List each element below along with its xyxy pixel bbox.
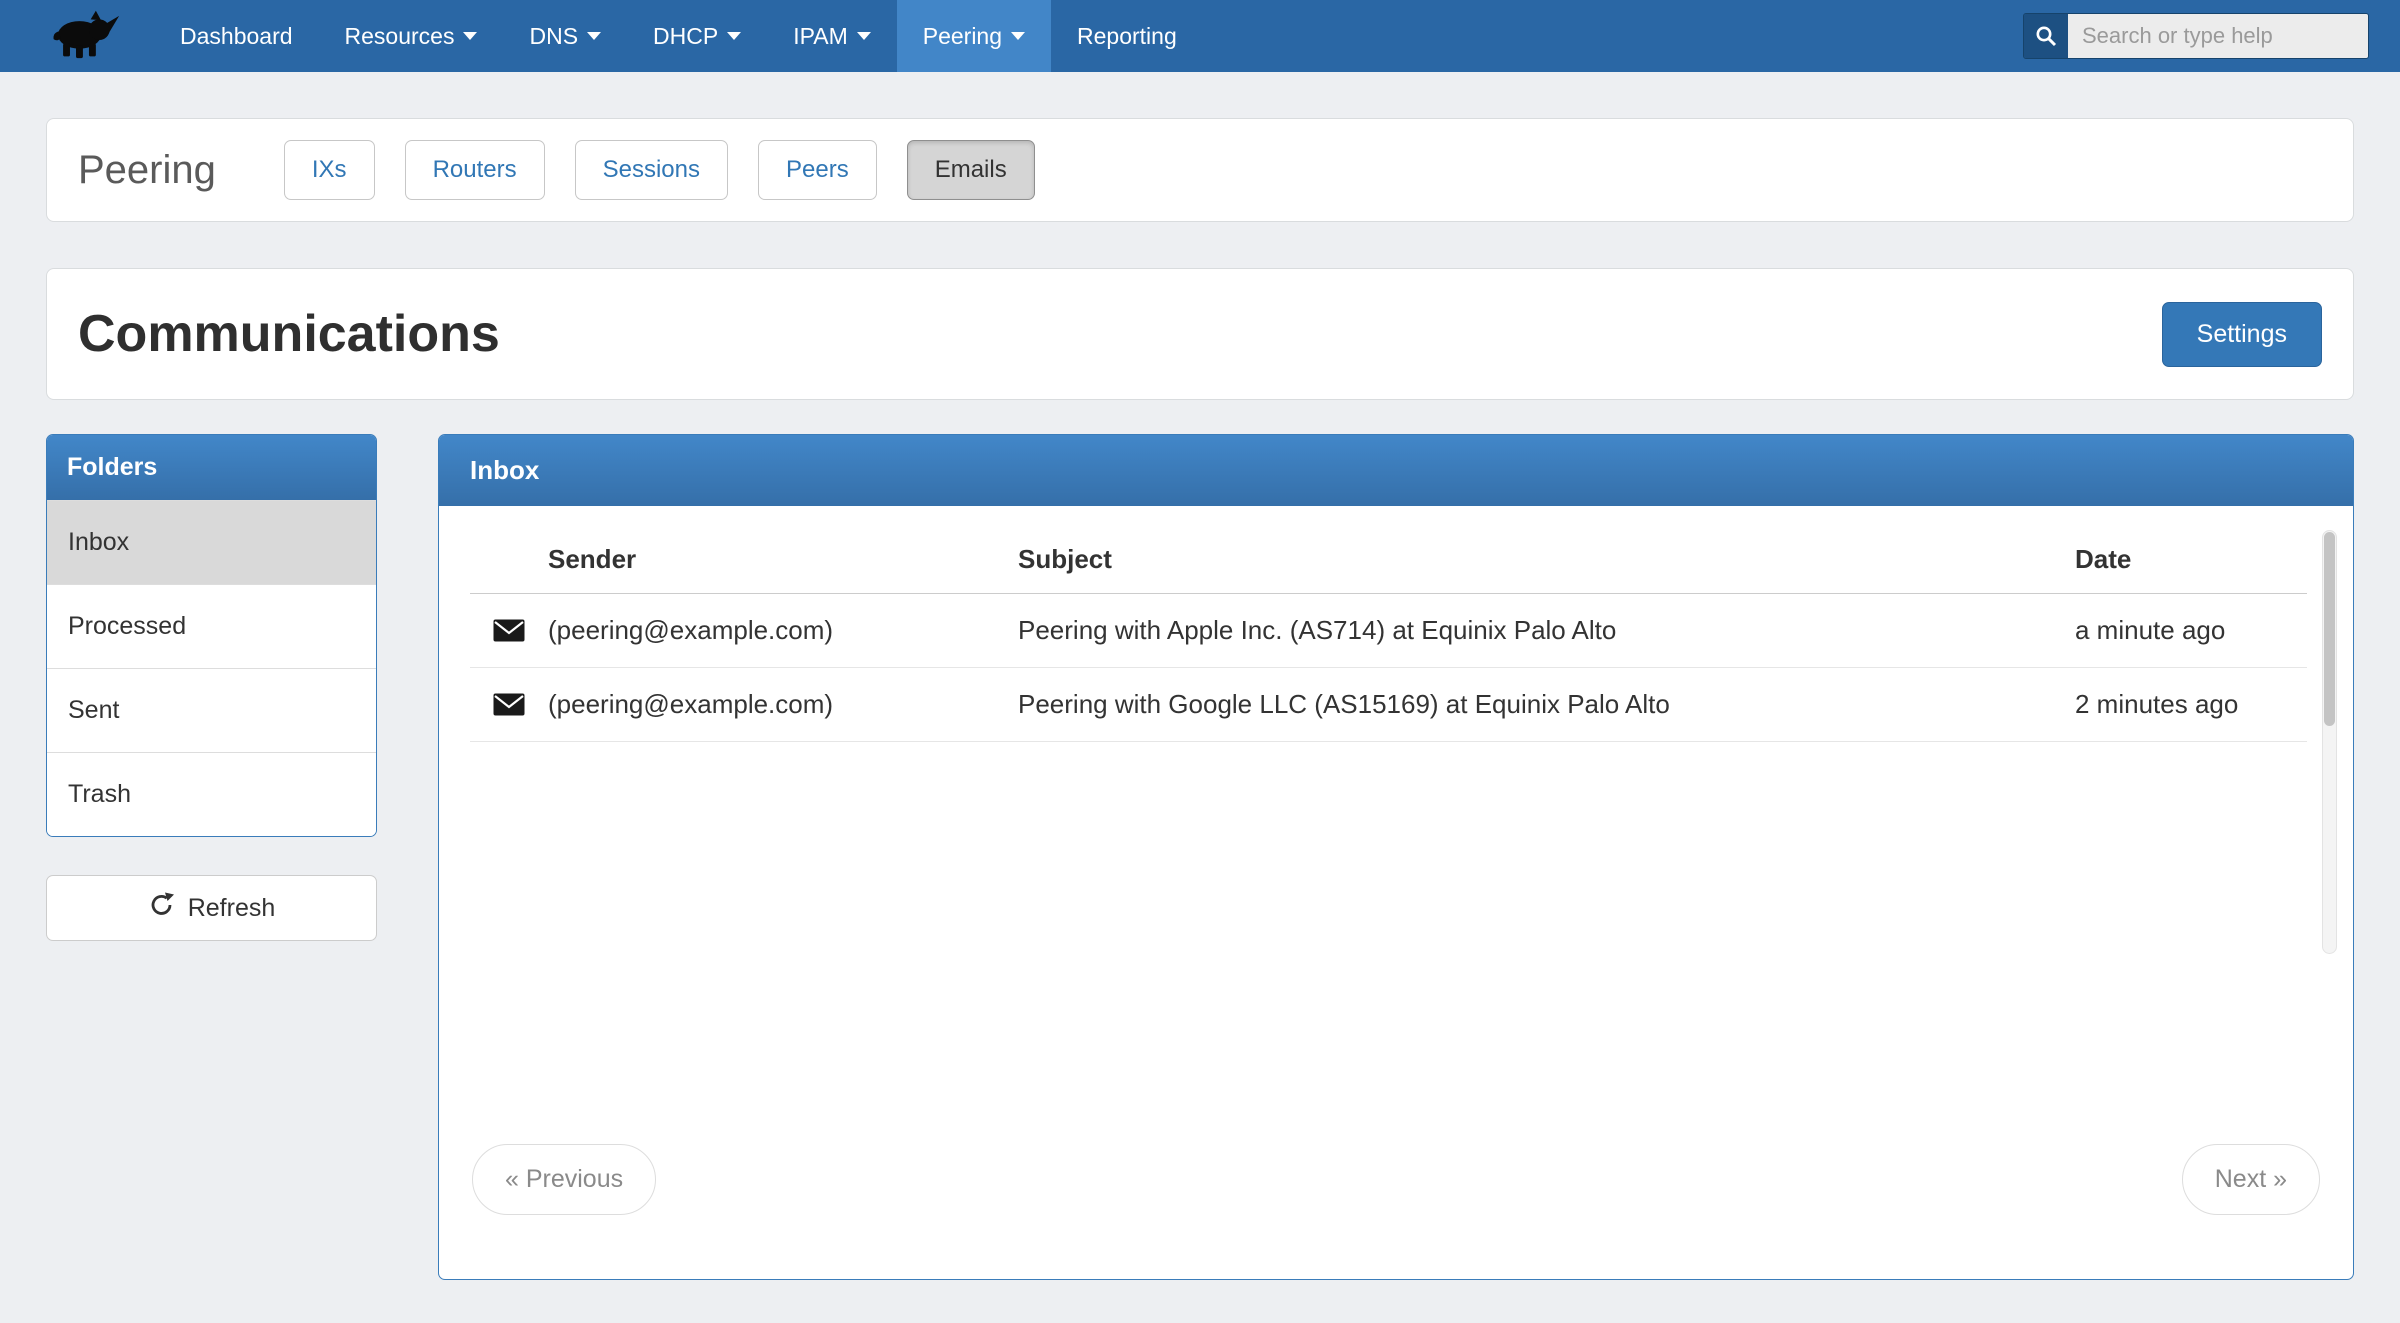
- nav-label: DHCP: [653, 23, 718, 50]
- next-page-button[interactable]: Next »: [2182, 1144, 2320, 1215]
- nav-item-reporting[interactable]: Reporting: [1051, 0, 1203, 72]
- folder-item-inbox[interactable]: Inbox: [47, 500, 376, 584]
- refresh-label: Refresh: [188, 894, 276, 923]
- peering-subnav-panel: Peering IXs Routers Sessions Peers Email…: [46, 118, 2354, 222]
- cell-subject: Peering with Apple Inc. (AS714) at Equin…: [1018, 615, 2075, 646]
- nav-item-peering[interactable]: Peering: [897, 0, 1051, 72]
- chevron-down-icon: [463, 32, 477, 40]
- envelope-icon: [470, 693, 548, 716]
- content-area: Folders Inbox Processed Sent Trash Refre…: [46, 434, 2354, 1280]
- mail-table: Sender Subject Date (peering@example.com…: [470, 534, 2307, 742]
- scrollbar-track[interactable]: [2322, 530, 2337, 954]
- settings-button[interactable]: Settings: [2162, 302, 2322, 367]
- folders-panel: Folders Inbox Processed Sent Trash: [46, 434, 377, 837]
- nav-label: Peering: [923, 23, 1002, 50]
- cell-sender: (peering@example.com): [548, 689, 1018, 720]
- tab-routers[interactable]: Routers: [405, 140, 545, 200]
- page-title: Communications: [78, 304, 500, 364]
- chevron-down-icon: [727, 32, 741, 40]
- nav-label: Dashboard: [180, 23, 293, 50]
- nav-label: Resources: [345, 23, 455, 50]
- folder-item-trash[interactable]: Trash: [47, 752, 376, 836]
- refresh-icon: [148, 891, 175, 925]
- app-logo[interactable]: [0, 0, 140, 72]
- global-search: [2023, 13, 2369, 59]
- chevron-down-icon: [587, 32, 601, 40]
- page-header-panel: Communications Settings: [46, 268, 2354, 400]
- chevron-down-icon: [857, 32, 871, 40]
- nav-item-ipam[interactable]: IPAM: [767, 0, 897, 72]
- tab-ixs[interactable]: IXs: [284, 140, 375, 200]
- inbox-panel: Inbox Sender Subject Date (pee: [438, 434, 2354, 1280]
- chevron-down-icon: [1011, 32, 1025, 40]
- nav-item-dhcp[interactable]: DHCP: [627, 0, 767, 72]
- column-header-date: Date: [2075, 544, 2307, 575]
- tab-peers[interactable]: Peers: [758, 140, 877, 200]
- pagination: « Previous Next »: [439, 1144, 2353, 1279]
- previous-page-button[interactable]: « Previous: [472, 1144, 656, 1215]
- cell-subject: Peering with Google LLC (AS15169) at Equ…: [1018, 689, 2075, 720]
- subnav-title: Peering: [78, 148, 216, 193]
- nav-label: DNS: [529, 23, 578, 50]
- table-row[interactable]: (peering@example.com) Peering with Apple…: [470, 594, 2307, 668]
- nav-item-dns[interactable]: DNS: [503, 0, 627, 72]
- column-header-subject: Subject: [1018, 544, 2075, 575]
- tab-emails[interactable]: Emails: [907, 140, 1035, 200]
- table-header-row: Sender Subject Date: [470, 534, 2307, 594]
- rhino-logo-icon: [51, 8, 120, 65]
- refresh-button[interactable]: Refresh: [46, 875, 377, 941]
- folder-item-sent[interactable]: Sent: [47, 668, 376, 752]
- inbox-panel-title: Inbox: [439, 435, 2353, 506]
- nav-item-dashboard[interactable]: Dashboard: [154, 0, 319, 72]
- column-header-sender: Sender: [548, 544, 1018, 575]
- nav-label: Reporting: [1077, 23, 1177, 50]
- folder-item-processed[interactable]: Processed: [47, 584, 376, 668]
- search-input[interactable]: [2068, 14, 2368, 58]
- inbox-body: Sender Subject Date (peering@example.com…: [439, 506, 2353, 1144]
- top-navbar: Dashboard Resources DNS DHCP IPAM Peerin…: [0, 0, 2400, 72]
- envelope-icon: [470, 619, 548, 642]
- cell-date: 2 minutes ago: [2075, 689, 2307, 720]
- folders-panel-title: Folders: [47, 435, 376, 500]
- tab-sessions[interactable]: Sessions: [575, 140, 728, 200]
- cell-sender: (peering@example.com): [548, 615, 1018, 646]
- cell-date: a minute ago: [2075, 615, 2307, 646]
- scrollbar-thumb[interactable]: [2324, 532, 2335, 726]
- folders-column: Folders Inbox Processed Sent Trash Refre…: [46, 434, 377, 941]
- nav-item-resources[interactable]: Resources: [319, 0, 504, 72]
- search-icon: [2024, 14, 2068, 58]
- nav-label: IPAM: [793, 23, 848, 50]
- table-row[interactable]: (peering@example.com) Peering with Googl…: [470, 668, 2307, 742]
